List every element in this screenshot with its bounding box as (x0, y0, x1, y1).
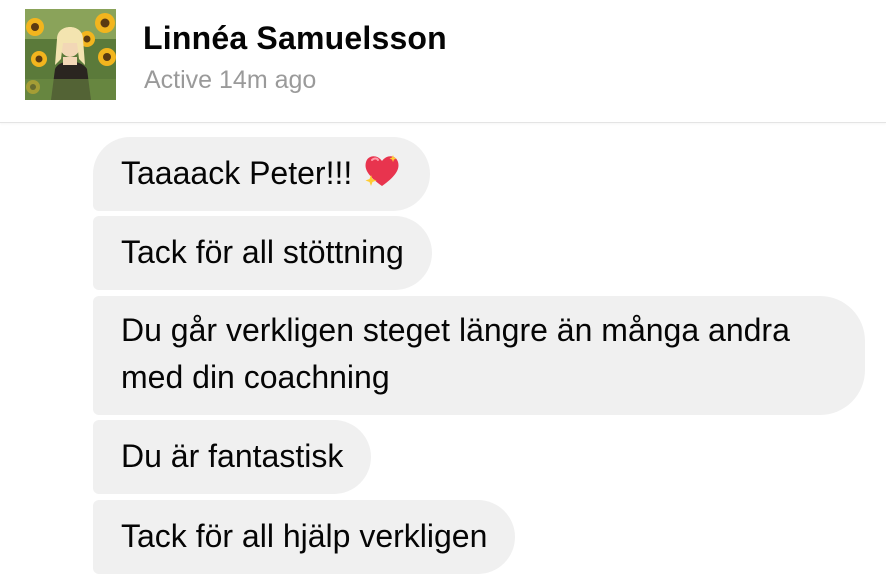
message-bubble[interactable]: Du går verkligen steget längre än många … (93, 296, 865, 415)
active-status: Active 14m ago (144, 66, 317, 94)
message-bubble[interactable]: Taaaack Peter!!! (93, 137, 431, 211)
message-text: Taaaack Peter!!! (121, 155, 353, 191)
message-bubble[interactable]: Tack för all hjälp verkligen (93, 500, 516, 574)
message-bubble[interactable]: Tack för all stöttning (93, 216, 432, 290)
contact-avatar[interactable] (25, 9, 116, 100)
message-bubble[interactable]: Du är fantastisk (93, 420, 372, 494)
message-thread: Taaaack Peter!!! Tack för all stöttning … (0, 123, 886, 574)
contact-name[interactable]: Linnéa Samuelsson (143, 18, 447, 58)
conversation-header: Linnéa Samuelsson Active 14m ago (0, 0, 886, 123)
avatar-photo (25, 9, 116, 100)
sparkling-heart-icon (362, 151, 402, 191)
